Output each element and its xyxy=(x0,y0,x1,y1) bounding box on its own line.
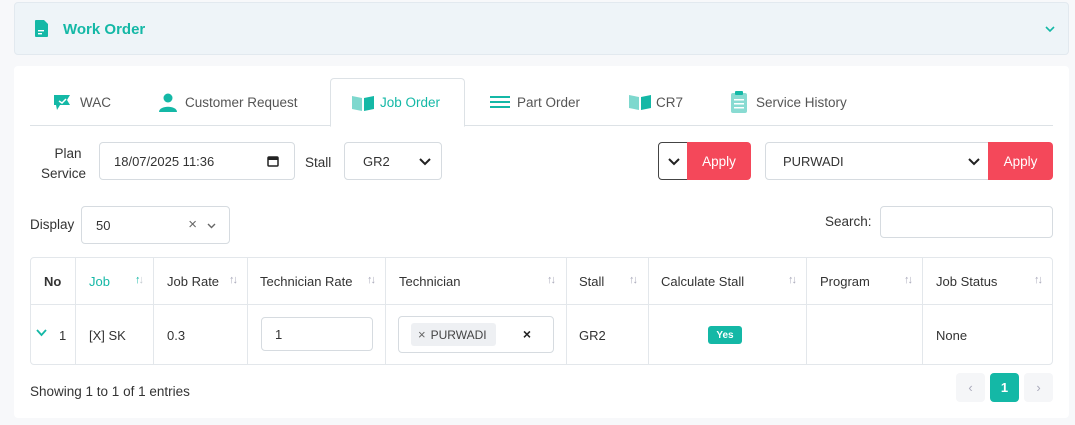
cell-no: 1 xyxy=(59,328,67,343)
tab-bar: WAC Customer Request Job Order Part Orde… xyxy=(30,78,1053,127)
display-select[interactable]: 50 × xyxy=(81,206,230,244)
col-divider xyxy=(153,258,154,364)
plan-service-label-line1: Plan xyxy=(54,146,82,161)
remove-tag-icon[interactable]: × xyxy=(418,327,426,342)
col-header-technician[interactable]: Technician xyxy=(399,258,460,304)
tab-label: Service History xyxy=(756,94,847,110)
sort-icon[interactable]: ↑↓ xyxy=(1034,274,1043,286)
col-header-program[interactable]: Program xyxy=(820,258,870,304)
display-label: Display xyxy=(30,217,75,232)
col-header-job[interactable]: Job xyxy=(89,258,110,304)
col-divider xyxy=(566,258,567,364)
plan-service-label: Plan Service xyxy=(41,144,86,184)
apply-button[interactable]: Apply xyxy=(687,142,751,180)
megaphone-icon xyxy=(54,95,70,110)
col-header-stall[interactable]: Stall xyxy=(579,258,604,304)
col-divider xyxy=(922,258,923,364)
chevron-down-icon[interactable] xyxy=(207,222,216,230)
tab-service-history[interactable]: Service History xyxy=(730,78,847,126)
calculate-stall-badge: Yes xyxy=(708,326,742,344)
col-header-calculate-stall[interactable]: Calculate Stall xyxy=(661,258,744,304)
sort-icon[interactable]: ↑↓ xyxy=(629,274,638,286)
next-page-button[interactable]: › xyxy=(1024,373,1053,402)
technician-multiselect[interactable]: × PURWADI × xyxy=(398,316,554,353)
plan-service-label-line2: Service xyxy=(41,166,87,181)
tab-wac[interactable]: WAC xyxy=(52,78,111,126)
search-label: Search: xyxy=(825,214,872,229)
cell-job-rate: 0.3 xyxy=(167,328,186,343)
prev-page-button[interactable]: ‹ xyxy=(956,373,985,402)
col-divider xyxy=(385,258,386,364)
col-divider xyxy=(806,258,807,364)
cell-job: [X] SK xyxy=(89,328,126,343)
tab-label: WAC xyxy=(80,94,111,110)
program-select[interactable] xyxy=(658,142,688,180)
chevron-down-icon xyxy=(419,158,431,166)
list-icon xyxy=(490,96,510,108)
work-order-header[interactable]: Work Order xyxy=(14,2,1069,55)
page-1-button[interactable]: 1 xyxy=(990,373,1019,402)
clipboard-icon xyxy=(731,91,747,113)
tab-label: CR7 xyxy=(656,94,684,110)
tab-part-order[interactable]: Part Order xyxy=(490,78,580,126)
technician-select[interactable]: PURWADI xyxy=(765,142,989,180)
work-order-title: Work Order xyxy=(63,21,146,38)
search-input[interactable] xyxy=(880,206,1053,238)
tab-label: Part Order xyxy=(517,94,581,110)
col-divider xyxy=(648,258,649,364)
technician-value: PURWADI xyxy=(783,153,844,169)
stall-value: GR2 xyxy=(363,153,390,169)
col-header-job-status[interactable]: Job Status xyxy=(936,258,997,304)
tab-label: Job Order xyxy=(380,95,441,110)
cell-stall: GR2 xyxy=(579,328,606,343)
sort-icon[interactable]: ↑↓ xyxy=(229,274,238,286)
document-icon xyxy=(35,20,48,37)
clear-all-icon[interactable]: × xyxy=(523,326,531,342)
clear-icon[interactable]: × xyxy=(188,216,197,233)
col-header-job-rate[interactable]: Job Rate xyxy=(167,258,219,304)
sort-icon[interactable]: ↑↓ xyxy=(547,274,556,286)
technician-rate-input[interactable]: 1 xyxy=(261,317,373,351)
job-table: No Job ↑↓ Job Rate ↑↓ Technician Rate ↑↓… xyxy=(30,257,1053,365)
tab-job-order[interactable]: Job Order xyxy=(330,78,465,127)
book-open-icon xyxy=(629,95,651,110)
tab-label: Customer Request xyxy=(185,94,298,110)
plan-service-input[interactable]: 18/07/2025 11:36 xyxy=(99,142,295,180)
display-value: 50 xyxy=(96,217,111,233)
col-header-no[interactable]: No xyxy=(44,258,61,304)
sort-icon[interactable]: ↑↓ xyxy=(367,274,376,286)
job-order-card: WAC Customer Request Job Order Part Orde… xyxy=(14,66,1069,418)
tab-cr7[interactable]: CR7 xyxy=(628,78,683,126)
chevron-down-icon xyxy=(968,158,980,166)
sort-asc-icon[interactable]: ↑↓ xyxy=(135,274,144,286)
technician-tag-label: PURWADI xyxy=(430,327,487,342)
chevron-down-icon xyxy=(668,158,680,166)
cell-job-status: None xyxy=(936,328,968,343)
col-divider xyxy=(247,258,248,364)
stall-label: Stall xyxy=(305,155,332,170)
technician-rate-value: 1 xyxy=(275,326,283,342)
col-header-technician-rate[interactable]: Technician Rate xyxy=(260,258,353,304)
stall-select[interactable]: GR2 xyxy=(344,142,442,180)
calendar-icon[interactable] xyxy=(267,155,279,167)
book-open-icon xyxy=(352,95,374,111)
col-divider xyxy=(75,258,76,364)
technician-tag: × PURWADI xyxy=(411,323,496,346)
sort-icon[interactable]: ↑↓ xyxy=(904,274,913,286)
tab-customer-request[interactable]: Customer Request xyxy=(158,78,298,126)
sort-icon[interactable]: ↑↓ xyxy=(788,274,797,286)
entries-info: Showing 1 to 1 of 1 entries xyxy=(30,384,190,399)
user-icon xyxy=(159,93,177,112)
apply-technician-button[interactable]: Apply xyxy=(988,142,1053,180)
chevron-down-icon[interactable] xyxy=(1044,23,1056,35)
expand-row-icon[interactable] xyxy=(36,329,47,337)
plan-service-value: 18/07/2025 11:36 xyxy=(114,153,215,169)
